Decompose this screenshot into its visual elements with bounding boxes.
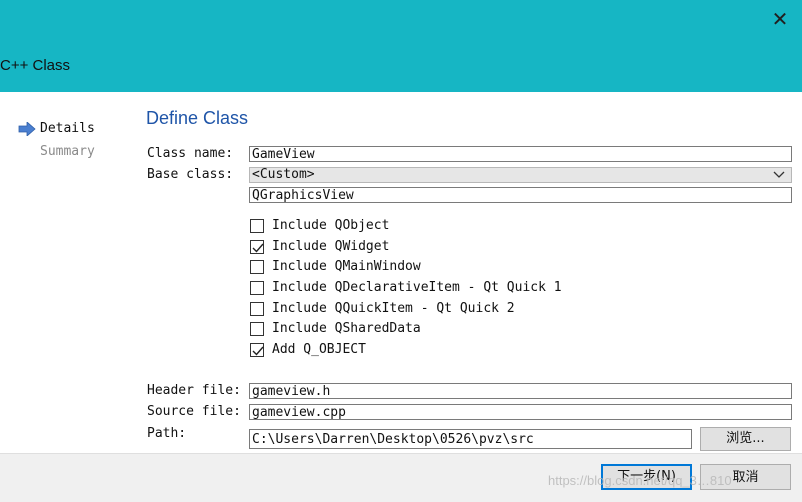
watermark: https://blog.csdn.net/qq_3…810 bbox=[548, 473, 732, 488]
checkmark-icon bbox=[252, 346, 264, 356]
checkbox-label: Include QWidget bbox=[272, 239, 390, 254]
checkbox-label: Add Q_OBJECT bbox=[272, 342, 366, 357]
path-label: Path: bbox=[147, 426, 187, 441]
checkbox-unchecked[interactable] bbox=[250, 281, 264, 295]
current-step-arrow-icon bbox=[18, 122, 36, 136]
checkbox-label: Include QQuickItem - Qt Quick 2 bbox=[272, 301, 515, 316]
chevron-down-icon bbox=[773, 171, 785, 178]
checkbox-checked[interactable] bbox=[250, 240, 264, 254]
base-class-selected: <Custom> bbox=[252, 167, 315, 182]
base-class-label: Base class: bbox=[147, 167, 234, 182]
close-icon[interactable]: ✕ bbox=[772, 7, 789, 31]
checkbox-unchecked[interactable] bbox=[250, 260, 264, 274]
header-file-label: Header file: bbox=[147, 383, 241, 398]
wizard-step-summary: Summary bbox=[40, 144, 95, 159]
close-button[interactable]: ✕ bbox=[766, 6, 794, 32]
class-name-input[interactable]: GameView bbox=[249, 146, 792, 162]
source-file-input[interactable]: gameview.cpp bbox=[249, 404, 792, 420]
checkbox-label: Include QDeclarativeItem - Qt Quick 1 bbox=[272, 280, 562, 295]
checkbox-unchecked[interactable] bbox=[250, 219, 264, 233]
custom-base-class-input[interactable]: QGraphicsView bbox=[249, 187, 792, 203]
browse-button[interactable]: 浏览... bbox=[700, 427, 791, 451]
checkmark-icon bbox=[252, 243, 264, 253]
checkbox-checked[interactable] bbox=[250, 343, 264, 357]
path-input[interactable]: C:\Users\Darren\Desktop\0526\pvz\src bbox=[249, 429, 692, 449]
header-file-input[interactable]: gameview.h bbox=[249, 383, 792, 399]
checkbox-unchecked[interactable] bbox=[250, 302, 264, 316]
checkbox-unchecked[interactable] bbox=[250, 322, 264, 336]
class-name-label: Class name: bbox=[147, 146, 234, 161]
checkbox-label: Include QObject bbox=[272, 218, 390, 233]
source-file-label: Source file: bbox=[147, 404, 241, 419]
title-bar: ✕ C++ Class bbox=[0, 0, 802, 92]
wizard-content: Details Summary Define Class Class name:… bbox=[0, 92, 802, 501]
checkbox-label: Include QSharedData bbox=[272, 321, 421, 336]
wizard-step-details: Details bbox=[40, 121, 95, 136]
base-class-dropdown[interactable]: <Custom> bbox=[249, 167, 792, 183]
checkbox-label: Include QMainWindow bbox=[272, 259, 421, 274]
page-heading: Define Class bbox=[146, 108, 249, 128]
window-title: C++ Class bbox=[0, 57, 71, 74]
